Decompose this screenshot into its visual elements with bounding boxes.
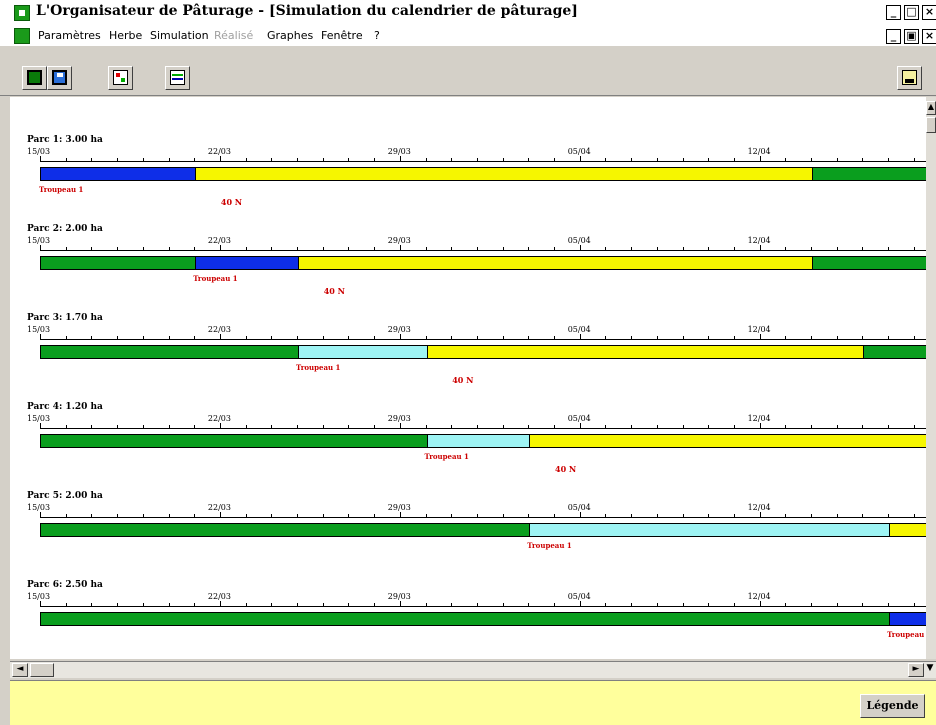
timeline-tick xyxy=(194,603,196,606)
timeline-tick xyxy=(682,603,684,606)
timeline-tick xyxy=(40,601,41,606)
timeline-tick xyxy=(862,603,864,606)
simulation-button[interactable] xyxy=(108,66,133,90)
menu-simulation[interactable]: Simulation xyxy=(150,29,209,42)
timeline-tick xyxy=(554,603,555,606)
horizontal-scrollbar[interactable]: ◄ ► ▼ xyxy=(10,661,936,678)
title-bar: L'Organisateur de Pâturage - [Simulation… xyxy=(0,0,936,26)
timeline-tick xyxy=(888,603,890,606)
timeline-tick xyxy=(374,603,376,606)
timeline-tick xyxy=(142,603,144,606)
timeline-tick xyxy=(528,603,530,606)
timeline-tick xyxy=(451,603,453,606)
date-label: 29/03 xyxy=(387,592,411,601)
timeline-tick xyxy=(297,603,298,606)
timeline-tick xyxy=(91,603,93,606)
timeline-tick xyxy=(579,601,581,606)
date-label: 05/04 xyxy=(567,592,591,601)
scroll-right-icon[interactable]: ► xyxy=(908,663,924,677)
maximize-button[interactable]: □ xyxy=(904,5,919,20)
menu-fenetre[interactable]: Fenêtre xyxy=(321,29,363,42)
timeline-tick xyxy=(785,603,787,606)
timeline-tick xyxy=(733,603,735,606)
footer-panel: Légende xyxy=(10,680,936,725)
timeline-tick xyxy=(631,603,633,606)
menu-bar: Paramètres Herbe Simulation Réalisé Grap… xyxy=(0,26,936,46)
timeline-tick xyxy=(322,603,324,606)
timeline-tick xyxy=(656,603,658,606)
floppy-disk-icon xyxy=(52,70,67,85)
bar-segment-green[interactable] xyxy=(41,613,890,625)
timeline-tick xyxy=(399,601,401,606)
simulation-icon xyxy=(113,70,128,85)
bar-segment-blue[interactable] xyxy=(889,613,926,625)
timeline-tick xyxy=(836,603,838,606)
window-title: L'Organisateur de Pâturage - [Simulation… xyxy=(36,3,578,19)
menu-graphes[interactable]: Graphes xyxy=(267,29,313,42)
close-button[interactable]: × xyxy=(922,5,936,20)
document-icon[interactable] xyxy=(14,28,30,44)
herd-label: Troupeau 1 xyxy=(887,630,926,639)
doc-minimize-button[interactable]: _ xyxy=(886,29,901,44)
graph-button[interactable] xyxy=(165,66,190,90)
timeline-tick xyxy=(913,603,915,606)
open-folder-button[interactable] xyxy=(22,66,47,90)
timeline-tick xyxy=(605,603,607,606)
timeline-tick xyxy=(271,603,273,606)
scroll-left-icon[interactable]: ◄ xyxy=(12,663,28,677)
menu-herbe[interactable]: Herbe xyxy=(109,29,142,42)
minimize-button[interactable]: _ xyxy=(886,5,901,20)
folder-icon xyxy=(27,70,42,85)
pasture-bar xyxy=(40,612,926,626)
menu-realise[interactable]: Réalisé xyxy=(214,29,253,42)
date-label: 15/03 xyxy=(27,592,51,601)
date-label: 12/04 xyxy=(747,592,771,601)
toolbar xyxy=(0,46,936,96)
timeline-tick xyxy=(476,603,478,606)
timeline-tick xyxy=(168,603,170,606)
date-label: 22/03 xyxy=(207,592,231,601)
menu-help[interactable]: ? xyxy=(374,29,380,42)
horizontal-scroll-thumb[interactable] xyxy=(30,663,54,677)
printer-icon xyxy=(902,70,917,85)
graph-icon xyxy=(170,70,185,85)
timeline-tick xyxy=(425,603,427,606)
timeline-tick xyxy=(117,603,119,606)
timeline-tick xyxy=(708,603,710,606)
menu-parametres[interactable]: Paramètres xyxy=(38,29,101,42)
timeline-tick xyxy=(245,603,247,606)
print-button[interactable] xyxy=(897,66,922,90)
doc-restore-button[interactable]: ▣ xyxy=(904,29,919,44)
timeline-tick xyxy=(502,603,504,606)
timeline-tick xyxy=(759,601,761,606)
timeline-tick xyxy=(219,601,221,606)
timeline-tick xyxy=(811,603,812,606)
vertical-scrollbar[interactable]: ▲ xyxy=(926,97,936,659)
legend-button[interactable]: Légende xyxy=(860,694,925,718)
parc-row: Parc 6: 2.50 ha 15/03 22/03 29/03 05/04 12/04… xyxy=(10,97,926,659)
doc-close-button[interactable]: × xyxy=(922,29,936,44)
parc-title: Parc 6: 2.50 ha xyxy=(27,580,103,590)
timeline-axis xyxy=(40,606,926,607)
grazing-calendar: Parc 1: 3.00 ha 15/03 22/03 29/03 05/04 12/04… xyxy=(10,97,926,659)
scroll-up-icon[interactable]: ▲ xyxy=(926,101,936,115)
timeline-tick xyxy=(65,603,67,606)
vertical-scroll-thumb[interactable] xyxy=(926,117,936,133)
timeline-tick xyxy=(348,603,350,606)
scroll-right-extra-icon[interactable]: ▼ xyxy=(925,663,935,677)
app-icon xyxy=(14,5,30,21)
save-button[interactable] xyxy=(47,66,72,90)
